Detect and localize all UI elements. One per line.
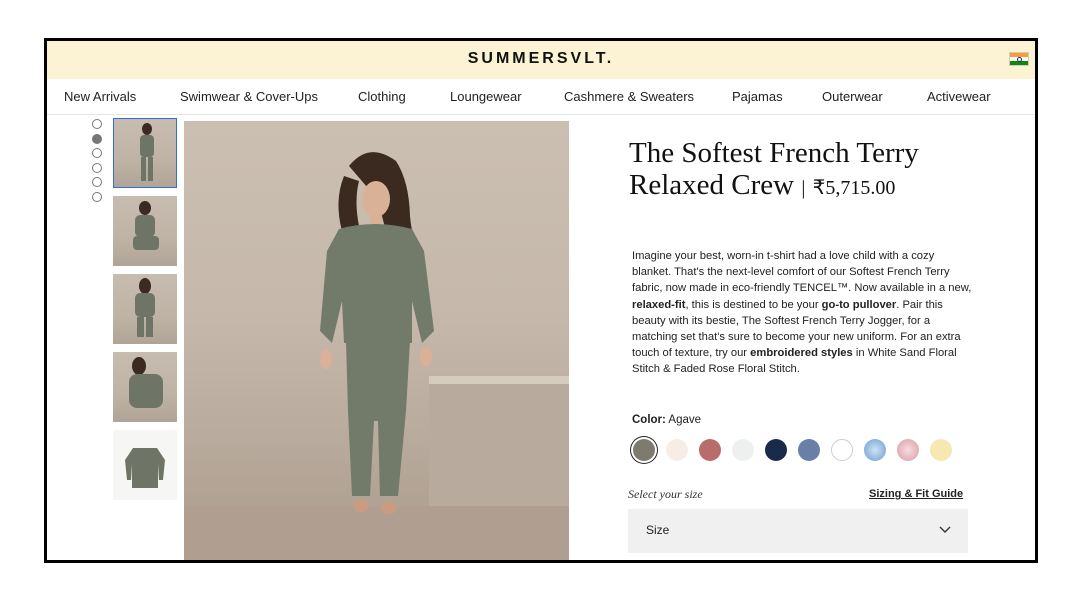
nav-swimwear[interactable]: Swimwear & Cover-Ups xyxy=(180,89,318,104)
nav-cashmere-sweaters[interactable]: Cashmere & Sweaters xyxy=(564,89,694,104)
color-value: Agave xyxy=(668,414,702,426)
gallery-dot[interactable] xyxy=(92,191,102,202)
sizing-fit-guide-link[interactable]: Sizing & Fit Guide xyxy=(869,488,963,500)
swatch-agave[interactable] xyxy=(633,439,655,461)
size-prompt: Select your size xyxy=(628,487,703,501)
nav-clothing[interactable]: Clothing xyxy=(358,89,406,104)
swatch-blue-tie-dye[interactable] xyxy=(864,439,886,461)
thumbnail-sitting[interactable] xyxy=(113,196,177,266)
thumbnail-flatlay[interactable] xyxy=(113,430,177,500)
product-title-block: The Softest French Terry Relaxed Crew | … xyxy=(629,137,1009,204)
nav-outerwear[interactable]: Outerwear xyxy=(822,89,883,104)
product-description: Imagine your best, worn-in t-shirt had a… xyxy=(632,248,974,378)
gallery-dot[interactable] xyxy=(92,119,102,129)
description-text: , this is destined to be your xyxy=(685,298,822,311)
swatch-navy-star[interactable] xyxy=(765,439,787,461)
description-bold: go-to pullover xyxy=(821,298,897,311)
swatch-pink-tie-dye[interactable] xyxy=(897,439,919,461)
main-nav: New Arrivals Swimwear & Cover-Ups Clothi… xyxy=(47,79,1035,115)
main-product-image[interactable] xyxy=(184,121,569,560)
swatch-white[interactable] xyxy=(831,439,853,461)
browser-frame: SUMMERSVLT. New Arrivals Swimwear & Cove… xyxy=(44,38,1038,563)
swatch-pale-yellow[interactable] xyxy=(930,439,952,461)
swatch-faded-rose-red[interactable] xyxy=(699,439,721,461)
nav-pajamas[interactable]: Pajamas xyxy=(732,89,783,104)
description-text: Imagine your best, worn-in t-shirt had a… xyxy=(632,250,972,295)
size-select-label: Size xyxy=(646,523,670,537)
site-header: SUMMERSVLT. xyxy=(47,41,1035,79)
description-bold: relaxed-fit xyxy=(632,298,686,311)
india-flag-icon[interactable] xyxy=(1009,52,1029,66)
thumbnail-back[interactable] xyxy=(113,274,177,344)
swatch-slate-blue[interactable] xyxy=(798,439,820,461)
price-separator: | xyxy=(801,177,806,199)
nav-new-arrivals[interactable]: New Arrivals xyxy=(64,89,136,104)
gallery-dot-active[interactable] xyxy=(92,133,102,144)
color-label: Color: xyxy=(632,414,666,426)
chevron-down-icon xyxy=(939,526,951,533)
gallery-dots xyxy=(92,119,104,207)
swatch-white-floral[interactable] xyxy=(666,439,688,461)
swatch-white-speckle[interactable] xyxy=(732,439,754,461)
size-select[interactable]: Size xyxy=(628,509,968,553)
product-price: ₹5,715.00 xyxy=(812,177,896,199)
nav-loungewear[interactable]: Loungewear xyxy=(450,89,522,104)
gallery-dot[interactable] xyxy=(92,162,102,173)
gallery-dot[interactable] xyxy=(92,148,102,159)
summersalt-logo[interactable]: SUMMERSVLT. xyxy=(47,50,1035,68)
thumbnail-front[interactable] xyxy=(113,118,177,188)
nav-activewear[interactable]: Activewear xyxy=(927,89,991,104)
gallery-dot[interactable] xyxy=(92,177,102,188)
description-bold: embroidered styles xyxy=(750,347,853,360)
color-label-row: Color: Agave xyxy=(632,414,701,426)
thumbnail-detail[interactable] xyxy=(113,352,177,422)
